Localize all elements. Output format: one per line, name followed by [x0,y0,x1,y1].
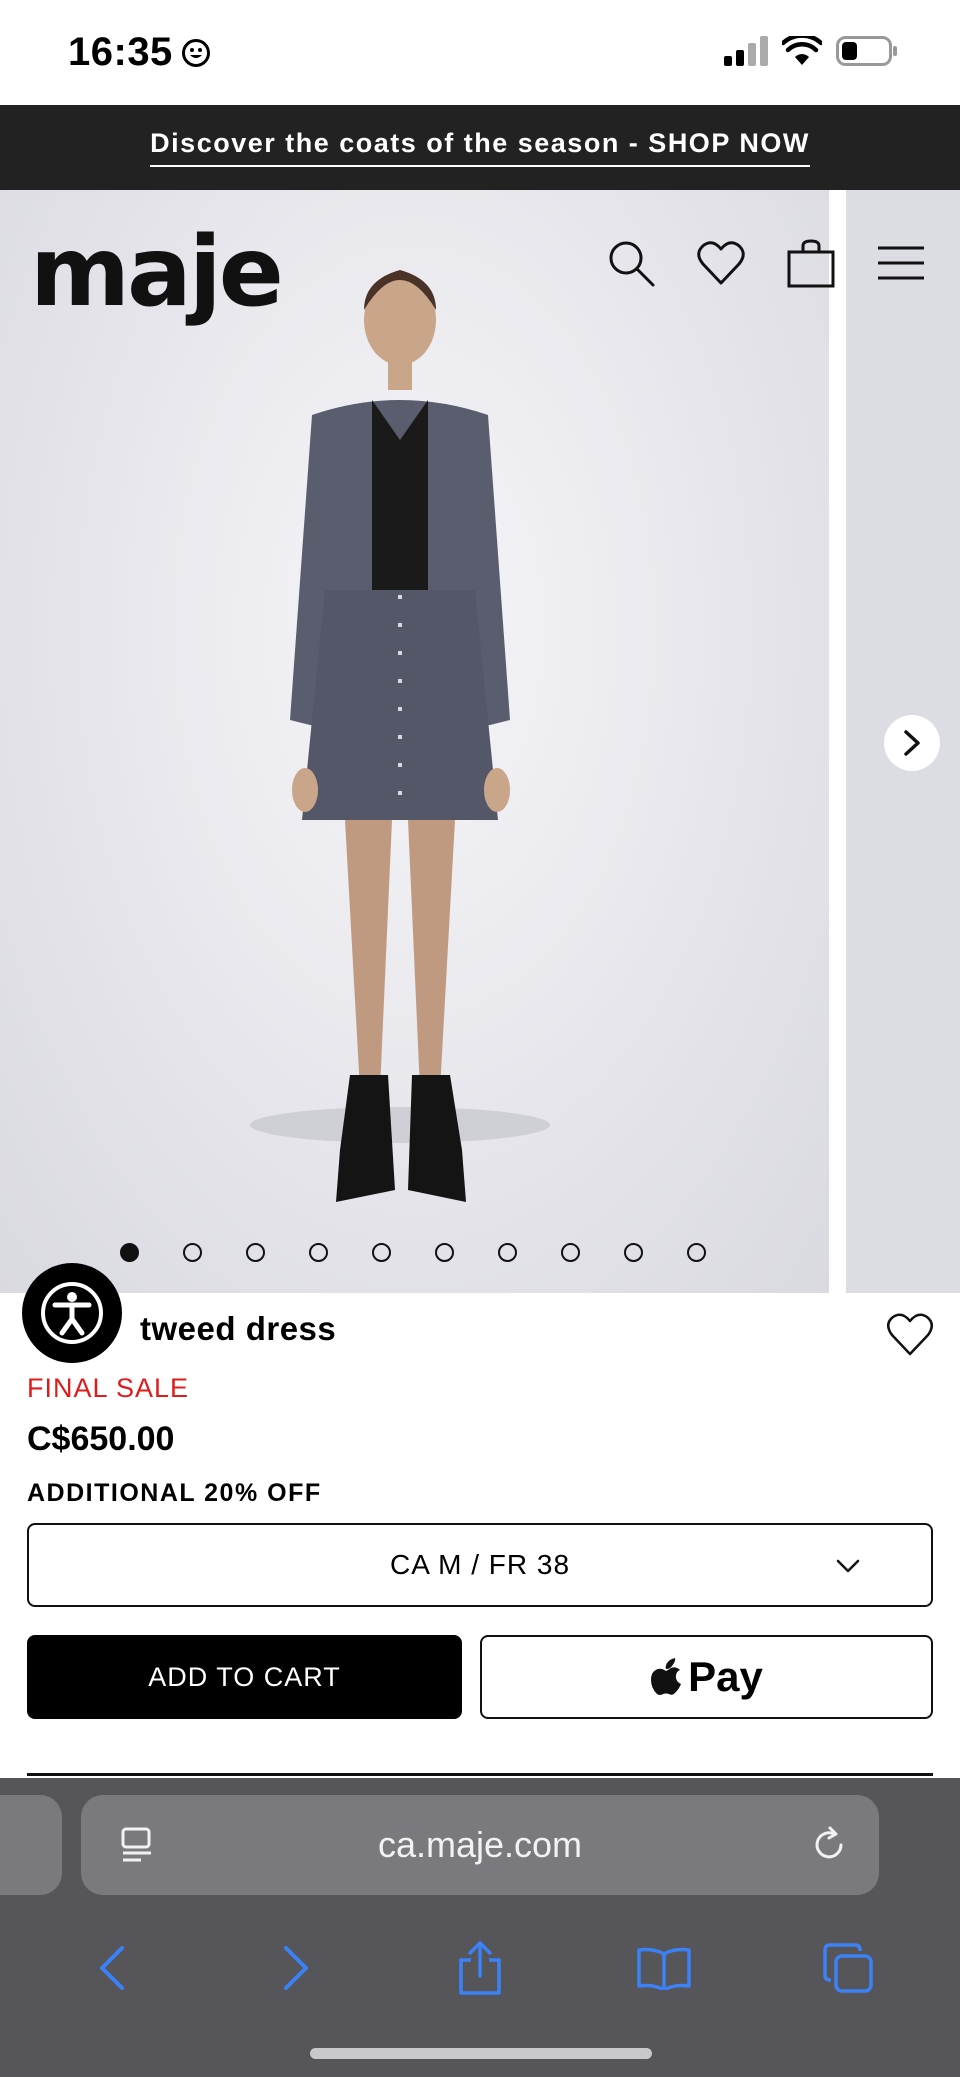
gallery-dot-5[interactable] [372,1243,391,1262]
search-icon[interactable] [606,238,656,288]
apple-logo-icon [651,1658,682,1695]
apple-pay-button[interactable]: Pay [480,1635,933,1719]
gallery-dot-3[interactable] [246,1243,265,1262]
status-time: 16:35 [68,30,211,75]
wishlist-heart-icon[interactable] [886,1311,934,1357]
forward-button[interactable] [266,1938,326,1998]
product-photo[interactable] [0,190,829,1293]
additional-discount-label: ADDITIONAL 20% OFF [27,1479,322,1507]
product-price: C$650.00 [27,1420,175,1458]
book-icon [637,1947,691,1990]
bag-icon[interactable] [786,238,836,288]
product-gallery[interactable]: maje [0,190,960,1293]
clock-text: 16:35 [68,30,173,74]
gallery-dot-7[interactable] [498,1243,517,1262]
browser-toolbar [0,1928,960,2008]
gallery-dot-8[interactable] [561,1243,580,1262]
size-select[interactable]: CA M / FR 38 [27,1523,933,1607]
smiley-icon [181,38,210,67]
back-button[interactable] [82,1938,142,1998]
home-indicator[interactable] [310,2048,652,2059]
previous-tab-peek[interactable] [0,1795,62,1895]
apple-pay-label: Pay [688,1653,763,1700]
gallery-dot-10[interactable] [687,1243,706,1262]
battery-icon [836,36,897,66]
gallery-dot-4[interactable] [309,1243,328,1262]
address-bar[interactable]: ca.maje.com [81,1795,879,1895]
chevron-right-icon [284,1946,308,1990]
browser-chrome: ca.maje.com [0,1778,960,2077]
heart-icon[interactable] [696,238,746,288]
model-illustration [250,270,550,1202]
gallery-dot-1[interactable] [120,1243,139,1262]
bookmarks-button[interactable] [634,1938,694,1998]
gallery-next-button[interactable] [884,715,940,771]
status-bar: 16:35 [0,0,960,105]
product-info: tweed dress FINAL SALE C$650.00 ADDITION… [0,1293,960,1778]
share-icon [459,1941,501,1995]
gallery-pagination [120,1243,706,1262]
gallery-gap [829,190,846,1293]
tabs-icon [823,1943,873,1993]
wifi-icon [782,36,822,65]
gallery-dot-9[interactable] [624,1243,643,1262]
promo-banner[interactable]: Discover the coats of the season - SHOP … [0,105,960,190]
reload-icon[interactable] [809,1825,849,1865]
status-indicators [724,36,898,66]
promo-banner-text[interactable]: Discover the coats of the season - SHOP … [150,128,810,167]
final-sale-label: FINAL SALE [27,1373,190,1403]
size-select-value: CA M / FR 38 [389,1549,571,1580]
chevron-right-icon [904,730,920,756]
tabs-button[interactable] [818,1938,878,1998]
share-button[interactable] [450,1938,510,1998]
gallery-dot-2[interactable] [183,1243,202,1262]
header-icons [606,238,926,288]
accessibility-icon [41,1282,103,1344]
chevron-left-icon [100,1946,124,1990]
gallery-dot-6[interactable] [435,1243,454,1262]
chevron-down-icon [836,1559,860,1573]
maje-logo[interactable]: maje [30,216,284,328]
add-to-cart-button[interactable]: ADD TO CART [27,1635,462,1719]
signal-icon [724,36,768,66]
url-text: ca.maje.com [377,1824,583,1865]
product-name: tweed dress [140,1310,337,1347]
section-divider [27,1773,933,1776]
menu-icon[interactable] [876,238,926,288]
accessibility-button[interactable] [22,1263,122,1363]
